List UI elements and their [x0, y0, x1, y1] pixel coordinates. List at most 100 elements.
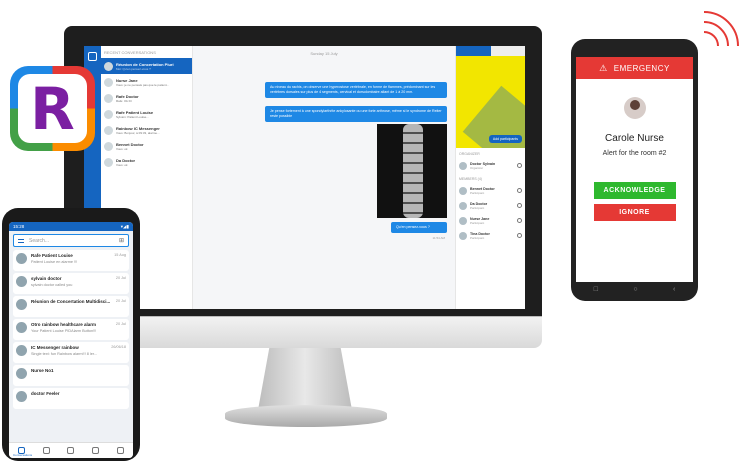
list-item[interactable]: IC Messenger rainbow Single text: fun Rai…: [13, 342, 129, 363]
caller-name: Carole Nurse: [605, 133, 664, 144]
avatar: [104, 109, 113, 119]
avatar: [104, 125, 113, 135]
xray-image-attachment[interactable]: [377, 124, 447, 218]
participant-row[interactable]: Da Doctor Participant: [456, 198, 525, 213]
desktop-screen: Recent conversations Réunion de Concerta…: [84, 46, 525, 309]
participants-tabs: [456, 46, 525, 56]
conversation-item[interactable]: Bennet Doctor Vous: ok: [101, 138, 192, 154]
search-input[interactable]: Search...: [29, 238, 49, 244]
chat-pane: Sunday 15 July Au niveau du rachis, on o…: [193, 46, 455, 309]
alert-text: Alert for the room #2: [602, 150, 667, 157]
conversation-item[interactable]: Rafe Patient Louise Sylvain: Patient Loui…: [101, 106, 192, 122]
search-bar[interactable]: Search... ⊞: [13, 234, 129, 247]
contact-name: doctor Feeler: [31, 391, 60, 396]
contact-name: Otro rainbow healthcare alarm: [31, 322, 97, 327]
contacts-tab-icon[interactable]: [42, 447, 50, 454]
avatar: [104, 61, 113, 71]
acknowledge-button[interactable]: ACKNOWLEDGE: [593, 182, 676, 199]
conversation-preview: Rafe: Ok Dr: [116, 98, 132, 103]
list-item[interactable]: Otro rainbow healthcare alarm Your Patien…: [13, 319, 129, 340]
participant-row[interactable]: Doctor Sylvain Organizer: [456, 158, 525, 173]
contact-name: IC Messenger rainbow: [31, 345, 79, 350]
avatar: [623, 97, 646, 119]
logo-letter: R: [30, 74, 75, 143]
conversation-preview: Vous: ok: [116, 146, 128, 151]
conversations-nav-icon[interactable]: [88, 52, 97, 61]
participant-name: Doctor Sylvain Organizer: [470, 161, 496, 170]
conversation-item[interactable]: Rafe Doctor Rafe: Ok Dr: [101, 90, 192, 106]
avatar: [16, 299, 27, 310]
message-date: 20 Jul: [115, 322, 126, 326]
back-icon[interactable]: ‹: [673, 286, 675, 293]
bubbles-tab-icon[interactable]: [67, 447, 75, 454]
participant-row[interactable]: Bennet Doctor Participant: [456, 183, 525, 198]
avatar: [459, 231, 467, 240]
contact-name: Nurse No1: [31, 368, 54, 373]
message-timestamp: 11:54 AM: [432, 236, 445, 240]
conversation-preview: Vous: je ne pensais pas que le patient..…: [116, 82, 170, 87]
list-item[interactable]: Nurse No1: [13, 365, 129, 386]
message-date: 20 Jul: [115, 276, 126, 280]
avatar: [459, 216, 467, 225]
participant-name: Da Doctor Participant: [470, 201, 488, 210]
participant-options-icon[interactable]: [517, 163, 522, 168]
filter-icon[interactable]: ⊞: [119, 237, 124, 244]
participant-options-icon[interactable]: [517, 188, 522, 193]
participant-row[interactable]: Nurse Jane Participant: [456, 213, 525, 228]
avatar: [16, 322, 27, 333]
conversation-item[interactable]: Nurse Jane Vous: je ne pensais pas que le…: [101, 74, 192, 90]
emergency-header: ⚠ EMERGENCY: [576, 57, 693, 79]
participant-options-icon[interactable]: [517, 218, 522, 223]
list-item[interactable]: sylvain doctor sylvain doctor called you …: [13, 273, 129, 294]
participant-options-icon[interactable]: [517, 233, 522, 238]
participant-name: Tina Doctor Participant: [470, 231, 490, 240]
conversation-preview: Moi: Qu'en pensez-vous ?: [116, 66, 151, 71]
participant-options-icon[interactable]: [517, 203, 522, 208]
add-participants-button[interactable]: Add participants: [488, 135, 522, 143]
mobile-phone-left: 15:28 ▾◢▮ Search... ⊞ Rafe Patient Louis…: [2, 208, 140, 461]
avatar: [16, 391, 27, 402]
monitor-stand-base: [225, 405, 387, 427]
tab-files[interactable]: [490, 46, 525, 56]
avatar: [16, 253, 27, 264]
message-date: 20 Jul: [115, 299, 126, 303]
avatar: [104, 77, 113, 87]
android-nav-bar: □ ○ ‹: [576, 283, 693, 295]
calls-tab-icon[interactable]: [117, 447, 125, 454]
conversation-item[interactable]: Rainbow IC Messenger Vous: Bonjour, à 09:…: [101, 122, 192, 138]
message-preview: Single text: fun Rainbow alarm!!! 8 ler.…: [31, 352, 98, 356]
list-item[interactable]: Réunion de Concertation Multidisci... 20…: [13, 296, 129, 317]
home-icon[interactable]: ○: [633, 286, 637, 293]
message-date: 15 Aug: [114, 253, 126, 257]
bubble-banner: Add participants: [456, 56, 525, 148]
avatar: [16, 368, 27, 379]
organizer-header: Organizer: [459, 152, 480, 156]
list-item[interactable]: Rafe Patient Louise Patient Louise en ala…: [13, 250, 129, 271]
chat-message: Qu'en pensez-vous ?: [391, 222, 447, 233]
chat-message: Au niveau du rachis, on observe une hype…: [265, 82, 447, 98]
avatar: [104, 141, 113, 151]
monitor-stand: [258, 348, 352, 410]
conversation-item[interactable]: Da Doctor Vous: ok: [101, 154, 192, 170]
wireless-signal-icon: [703, 11, 739, 46]
members-header: Members (4): [459, 177, 482, 181]
participant-row[interactable]: Tina Doctor Participant: [456, 228, 525, 243]
avatar: [459, 186, 467, 195]
mobile-conversations-screen: 15:28 ▾◢▮ Search... ⊞ Rafe Patient Louis…: [9, 222, 133, 458]
recent-apps-icon[interactable]: □: [594, 286, 598, 293]
emergency-alert-screen: ⚠ EMERGENCY Carole Nurse Alert for the r…: [576, 57, 693, 282]
message-preview: Patient Louise en alarme !!!: [31, 260, 78, 264]
people-tab-icon[interactable]: [92, 447, 100, 454]
avatar: [16, 345, 27, 356]
chat-message: Je pense fortement à une spondylarthrite…: [265, 106, 447, 122]
conversation-item[interactable]: Réunion de Concertation Pluri Moi: Qu'en …: [101, 58, 192, 74]
message-date: 26/06/18: [111, 345, 126, 349]
chat-date-separator: Sunday 15 July: [310, 51, 338, 56]
menu-icon[interactable]: [18, 238, 24, 243]
avatar: [459, 161, 467, 170]
list-item[interactable]: doctor Feeler: [13, 388, 129, 409]
avatar: [104, 157, 113, 167]
emergency-title: EMERGENCY: [613, 63, 670, 73]
ignore-button[interactable]: IGNORE: [593, 204, 676, 221]
tab-participants[interactable]: [456, 46, 491, 56]
